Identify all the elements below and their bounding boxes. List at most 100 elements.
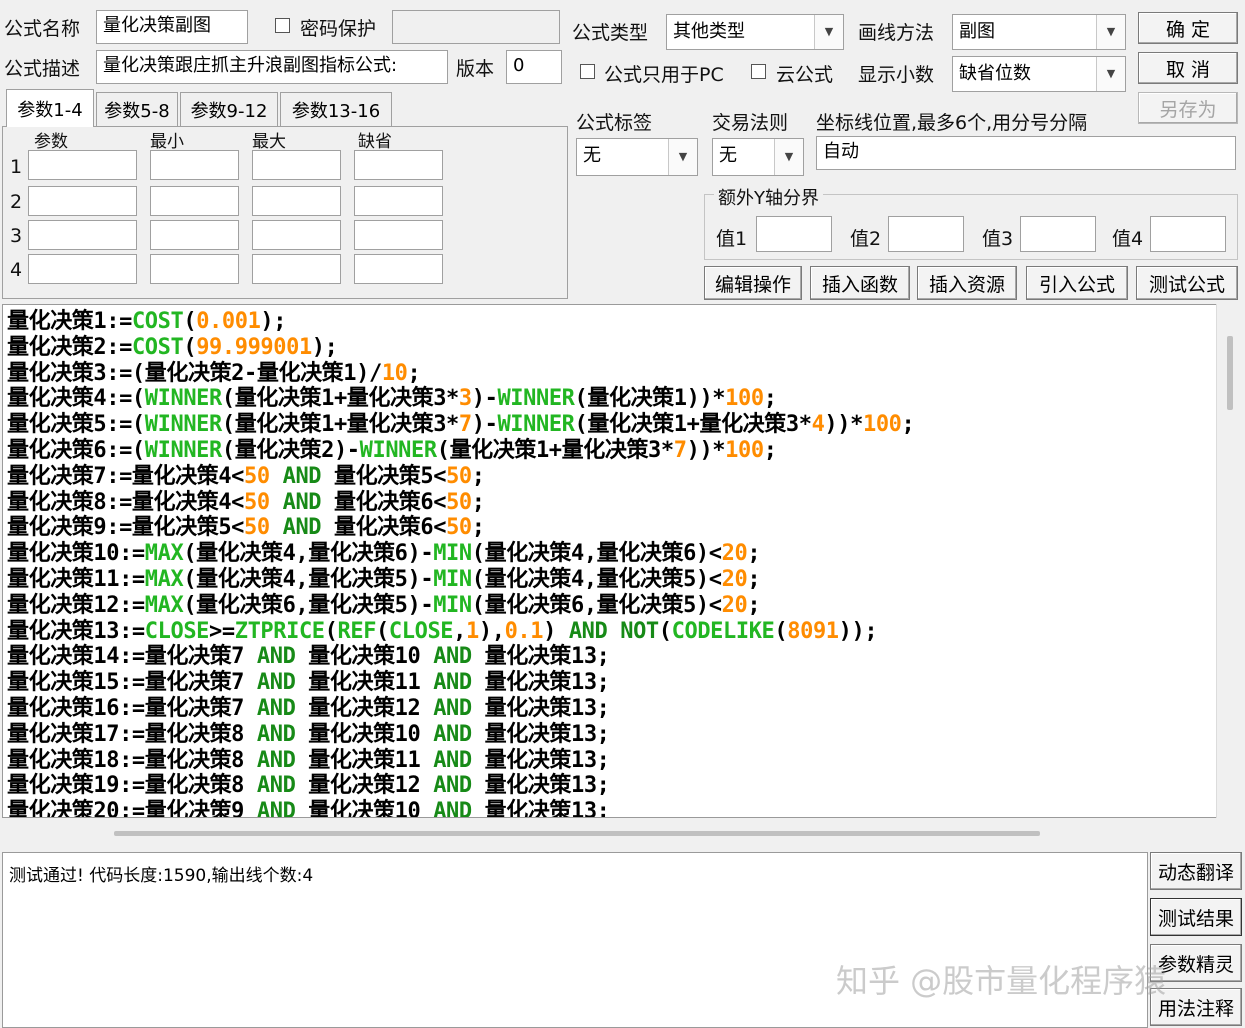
code-token: (量化决策2)- — [221, 438, 360, 463]
code-token: ( — [183, 309, 197, 334]
param-default-input[interactable] — [354, 220, 443, 250]
extra-y-value-2-input[interactable] — [888, 216, 964, 252]
param-row-number: 1 — [10, 156, 23, 178]
code-line[interactable]: 量化决策9:=量化决策5<50 AND 量化决策6<50; — [7, 515, 485, 541]
code-line[interactable]: 量化决策11:=MAX(量化决策4,量化决策5)-MIN(量化决策4,量化决策5… — [7, 567, 761, 593]
param-max-input[interactable] — [252, 186, 341, 216]
tab-params-5-8[interactable]: 参数5-8 — [96, 92, 178, 126]
code-line[interactable]: 量化决策20:=量化决策9 AND 量化决策10 AND 量化决策13; — [7, 799, 610, 817]
edit-ops-button[interactable]: 编辑操作 — [704, 266, 802, 300]
cloud-checkbox[interactable] — [751, 64, 766, 79]
insert-resource-button[interactable]: 插入资源 — [917, 266, 1017, 300]
code-line[interactable]: 量化决策14:=量化决策7 AND 量化决策10 AND 量化决策13; — [7, 644, 610, 670]
code-line[interactable]: 量化决策8:=量化决策4<50 AND 量化决策6<50; — [7, 490, 485, 516]
code-line[interactable]: 量化决策7:=量化决策4<50 AND 量化决策5<50; — [7, 464, 485, 490]
code-token: 量化决策3:=(量化决策2-量化决策1)/ — [7, 360, 382, 386]
param-name-input[interactable] — [28, 186, 137, 216]
code-line[interactable]: 量化决策10:=MAX(量化决策4,量化决策6)-MIN(量化决策4,量化决策6… — [7, 541, 761, 567]
code-token: 20 — [721, 592, 748, 618]
password-checkbox[interactable] — [275, 18, 290, 33]
param-min-input[interactable] — [150, 220, 239, 250]
param-name-input[interactable] — [28, 254, 137, 284]
param-name-input[interactable] — [28, 150, 137, 180]
ok-button[interactable]: 确 定 — [1138, 12, 1238, 44]
editor-vertical-scrollbar[interactable] — [1216, 304, 1245, 818]
param-default-input[interactable] — [354, 186, 443, 216]
code-line[interactable]: 量化决策3:=(量化决策2-量化决策1)/10; — [7, 360, 421, 387]
code-line[interactable]: 量化决策2:=COST(99.999001); — [7, 335, 338, 361]
cancel-button[interactable]: 取 消 — [1138, 52, 1238, 84]
tab-params-13-16[interactable]: 参数13-16 — [280, 92, 392, 126]
usage-notes-button[interactable]: 用法注释 — [1150, 988, 1242, 1026]
code-token: 量化决策10 — [295, 721, 434, 747]
editor-horizontal-scrollbar[interactable] — [2, 818, 1244, 846]
param-max-input[interactable] — [252, 220, 341, 250]
code-line[interactable]: 量化决策16:=量化决策7 AND 量化决策12 AND 量化决策13; — [7, 696, 610, 722]
code-line[interactable]: 量化决策15:=量化决策7 AND 量化决策11 AND 量化决策13; — [7, 670, 610, 696]
param-max-input[interactable] — [252, 150, 341, 180]
decimals-select[interactable]: 缺省位数 ▼ — [952, 56, 1126, 92]
chevron-down-icon[interactable]: ▼ — [1096, 57, 1125, 91]
version-input[interactable]: 0 — [506, 50, 562, 84]
chevron-down-icon[interactable]: ▼ — [814, 15, 843, 49]
param-wizard-button[interactable]: 参数精灵 — [1150, 944, 1242, 982]
extra-y-value-1-input[interactable] — [756, 216, 832, 252]
extra-y-value-4-input[interactable] — [1150, 216, 1226, 252]
code-line[interactable]: 量化决策12:=MAX(量化决策6,量化决策5)-MIN(量化决策6,量化决策5… — [7, 592, 761, 619]
chevron-down-icon[interactable]: ▼ — [1096, 15, 1125, 49]
test-formula-button[interactable]: 测试公式 — [1136, 266, 1238, 300]
code-line[interactable]: 量化决策1:=COST(0.001); — [7, 309, 287, 335]
trade-rule-select[interactable]: 无 ▼ — [712, 138, 804, 176]
tab-params-1-4[interactable]: 参数1-4 — [6, 89, 94, 127]
formula-desc-input[interactable]: 量化决策跟庄抓主升浪副图指标公式: — [96, 50, 448, 84]
formula-tag-select[interactable]: 无 ▼ — [576, 138, 698, 176]
code-token: 50 — [446, 489, 472, 515]
extra-y-value-3-input[interactable] — [1020, 216, 1096, 252]
code-token: WINNER — [144, 438, 222, 463]
test-result-button[interactable]: 测试结果 — [1150, 898, 1242, 936]
code-editor[interactable]: 量化决策1:=COST(0.001); 量化决策2:=COST(99.999001… — [2, 304, 1228, 818]
formula-type-select[interactable]: 其他类型 ▼ — [666, 14, 844, 50]
code-token: )- — [471, 386, 498, 412]
import-formula-button[interactable]: 引入公式 — [1026, 266, 1128, 300]
code-line[interactable]: 量化决策6:=(WINNER(量化决策2)-WINNER(量化决策1+量化决策3… — [7, 438, 777, 464]
code-token: (量化决策4,量化决策5)- — [183, 567, 434, 592]
param-min-input[interactable] — [150, 150, 239, 180]
code-token: 1 — [466, 618, 479, 644]
code-token: 量化决策2:= — [7, 334, 132, 360]
param-header-default: 缺省 — [358, 132, 392, 152]
chevron-down-icon[interactable]: ▼ — [774, 139, 803, 175]
code-line[interactable]: 量化决策17:=量化决策8 AND 量化决策10 AND 量化决策13; — [7, 722, 610, 748]
pc-only-checkbox[interactable] — [580, 64, 595, 79]
dynamic-translate-button[interactable]: 动态翻译 — [1150, 852, 1242, 890]
scrollbar-thumb[interactable] — [1227, 336, 1233, 410]
save-as-button[interactable]: 另存为 — [1138, 92, 1238, 124]
password-input[interactable] — [392, 10, 560, 44]
param-default-input[interactable] — [354, 254, 443, 284]
code-line[interactable]: 量化决策4:=(WINNER(量化决策1+量化决策3*3)-WINNER(量化决… — [7, 386, 777, 412]
code-line[interactable]: 量化决策5:=(WINNER(量化决策1+量化决策3*7)-WINNER(量化决… — [7, 412, 915, 438]
param-name-input[interactable] — [28, 220, 137, 250]
tab-params-9-12[interactable]: 参数9-12 — [180, 92, 278, 126]
decimals-label: 显示小数 — [858, 64, 935, 86]
param-default-input[interactable] — [354, 150, 443, 180]
code-token: MAX — [144, 541, 184, 567]
formula-name-input[interactable]: 量化决策副图 — [96, 10, 248, 44]
param-min-input[interactable] — [150, 186, 239, 216]
scrollbar-thumb[interactable] — [114, 831, 1040, 836]
code-token: 量化决策1:= — [7, 309, 132, 334]
chevron-down-icon[interactable]: ▼ — [668, 139, 697, 175]
axis-position-input[interactable]: 自动 — [816, 136, 1236, 170]
param-min-input[interactable] — [150, 254, 239, 284]
insert-function-button[interactable]: 插入函数 — [810, 266, 910, 300]
code-token: 量化决策12 — [295, 696, 434, 721]
param-max-input[interactable] — [252, 254, 341, 284]
code-line[interactable]: 量化决策13:=CLOSE>=ZTPRICE(REF(CLOSE,1),0.1)… — [7, 618, 878, 645]
code-line[interactable]: 量化决策19:=量化决策8 AND 量化决策12 AND 量化决策13; — [7, 773, 610, 799]
code-token: ; — [471, 463, 485, 489]
draw-method-select[interactable]: 副图 ▼ — [952, 14, 1126, 50]
code-line[interactable]: 量化决策18:=量化决策8 AND 量化决策11 AND 量化决策13; — [7, 748, 610, 774]
code-token: AND — [256, 696, 296, 721]
